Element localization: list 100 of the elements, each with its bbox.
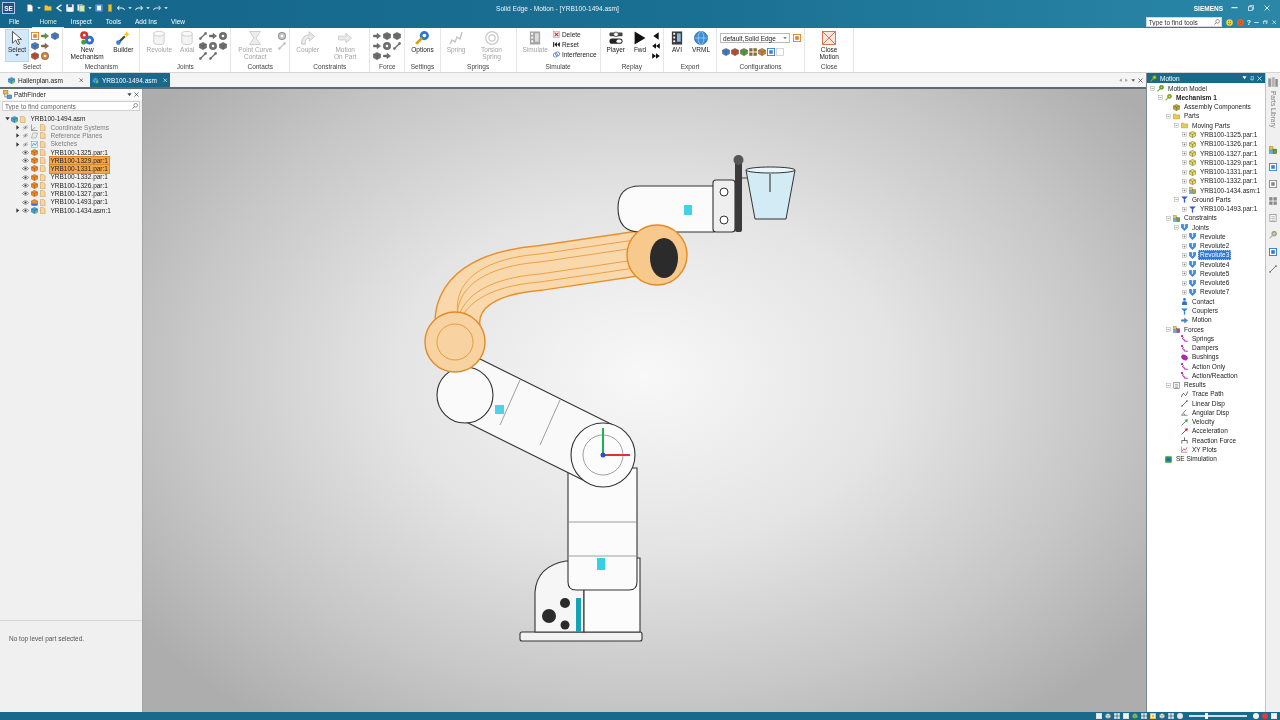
cube-icon[interactable] [740,48,749,56]
minus-box-icon[interactable] [1166,382,1171,388]
redo-icon[interactable] [153,4,161,12]
restore-icon[interactable] [1263,19,1268,25]
plus-box-icon[interactable] [1182,289,1187,295]
arrow-icon[interactable] [41,42,50,50]
ring-icon[interactable] [209,42,218,50]
frame-icon[interactable] [793,34,802,42]
frown-icon[interactable] [1236,18,1244,26]
arrow-icon[interactable] [373,32,382,40]
plus-box-icon[interactable] [1182,234,1187,240]
minimize-icon[interactable] [1254,21,1259,23]
frame-icon[interactable] [95,4,103,12]
plus-box-icon[interactable] [1182,178,1187,184]
triangle-icon[interactable] [16,141,20,147]
undo-icon[interactable] [117,4,125,12]
link-icon[interactable] [209,52,218,60]
dot-icon[interactable] [1262,713,1268,719]
3d-viewport[interactable] [143,89,1146,712]
pages-icon[interactable] [77,4,85,12]
arrow-icon[interactable] [41,32,50,40]
frame-icon[interactable] [1269,247,1277,256]
sheet-icon[interactable] [1269,213,1277,222]
plus-box-icon[interactable] [1182,188,1187,194]
link-icon[interactable] [199,32,208,40]
cube-icon[interactable] [722,48,731,56]
arrow-icon[interactable] [373,42,382,50]
restore-icon[interactable] [1248,5,1254,11]
cubes-icon[interactable] [1269,145,1277,154]
eye-icon[interactable] [22,183,29,188]
grid-icon[interactable] [1168,713,1174,719]
minus-box-icon[interactable] [1174,197,1179,203]
caret-icon[interactable] [128,6,132,10]
search-icon[interactable] [1213,19,1220,25]
folder-icon[interactable] [44,4,52,12]
frame-icon[interactable] [767,48,776,56]
triangle-icon[interactable] [16,207,20,213]
cube-icon[interactable] [31,42,40,50]
caret-icon[interactable] [37,6,41,10]
plus-box-icon[interactable] [1182,151,1187,156]
frame-icon[interactable] [31,32,40,40]
plus-box-icon[interactable] [1182,271,1187,277]
cube-icon[interactable] [373,52,382,60]
frame-icon[interactable] [1269,179,1277,188]
cube-icon[interactable] [51,32,60,40]
caret-icon[interactable] [15,54,20,57]
triangle-icon[interactable] [16,133,20,139]
minus-box-icon[interactable] [1158,95,1163,101]
minus-box-icon[interactable] [1150,86,1155,92]
eye-icon[interactable] [22,166,29,172]
ring-icon[interactable] [219,32,228,40]
plus-box-icon[interactable] [1182,141,1187,147]
minimize-icon[interactable] [1231,7,1238,9]
minus-box-icon[interactable] [1166,113,1171,119]
grid-icon[interactable] [749,48,758,56]
cube-icon[interactable] [731,48,740,56]
cube-icon[interactable] [219,42,228,50]
plus-box-icon[interactable] [1182,262,1187,268]
frame-icon[interactable] [1269,162,1277,171]
minus-box-icon[interactable] [1166,215,1171,221]
smiley-icon[interactable] [1225,18,1233,26]
triangle-icon[interactable] [16,124,20,130]
chevron-icon[interactable] [55,4,63,12]
cube-icon[interactable] [758,48,767,56]
key-icon[interactable] [1269,230,1277,239]
pin-icon[interactable] [1249,75,1254,81]
dot-icon[interactable] [1253,713,1259,719]
eye-icon[interactable] [22,174,29,180]
ring-icon[interactable] [383,42,392,50]
plus-box-icon[interactable] [1182,169,1187,175]
minus-box-icon[interactable] [1174,225,1179,231]
grid-icon[interactable] [1269,196,1277,205]
triangle-icon[interactable] [127,92,132,97]
close-icon[interactable] [78,77,83,83]
caret-icon[interactable] [146,6,150,10]
triangle-icon[interactable] [652,32,660,40]
slider-thumb[interactable] [1204,713,1208,719]
cube-icon[interactable] [1132,713,1138,719]
link-icon[interactable] [393,42,402,50]
arrow-icon[interactable] [209,32,218,40]
grid-icon[interactable] [1114,713,1120,719]
dot-icon[interactable] [1177,713,1183,719]
eye-icon[interactable] [22,191,29,197]
caret-icon[interactable] [164,6,168,10]
cube-icon[interactable] [1105,713,1111,719]
cube-icon[interactable] [383,32,392,40]
books-icon[interactable] [1268,77,1278,87]
plus-box-icon[interactable] [1182,243,1187,249]
grid-icon[interactable] [1141,713,1147,719]
triangle-icon[interactable] [4,117,10,121]
cube-icon[interactable] [31,52,40,60]
plus-box-icon[interactable] [1182,252,1187,258]
link-icon[interactable] [199,52,208,60]
cube-icon[interactable] [393,32,402,40]
floppy-icon[interactable] [66,4,74,12]
search-icon[interactable] [132,103,138,109]
arrow-icon[interactable] [383,52,392,60]
minus-box-icon[interactable] [1174,123,1179,129]
ring-icon[interactable] [41,52,50,60]
line-icon[interactable] [1269,264,1277,273]
